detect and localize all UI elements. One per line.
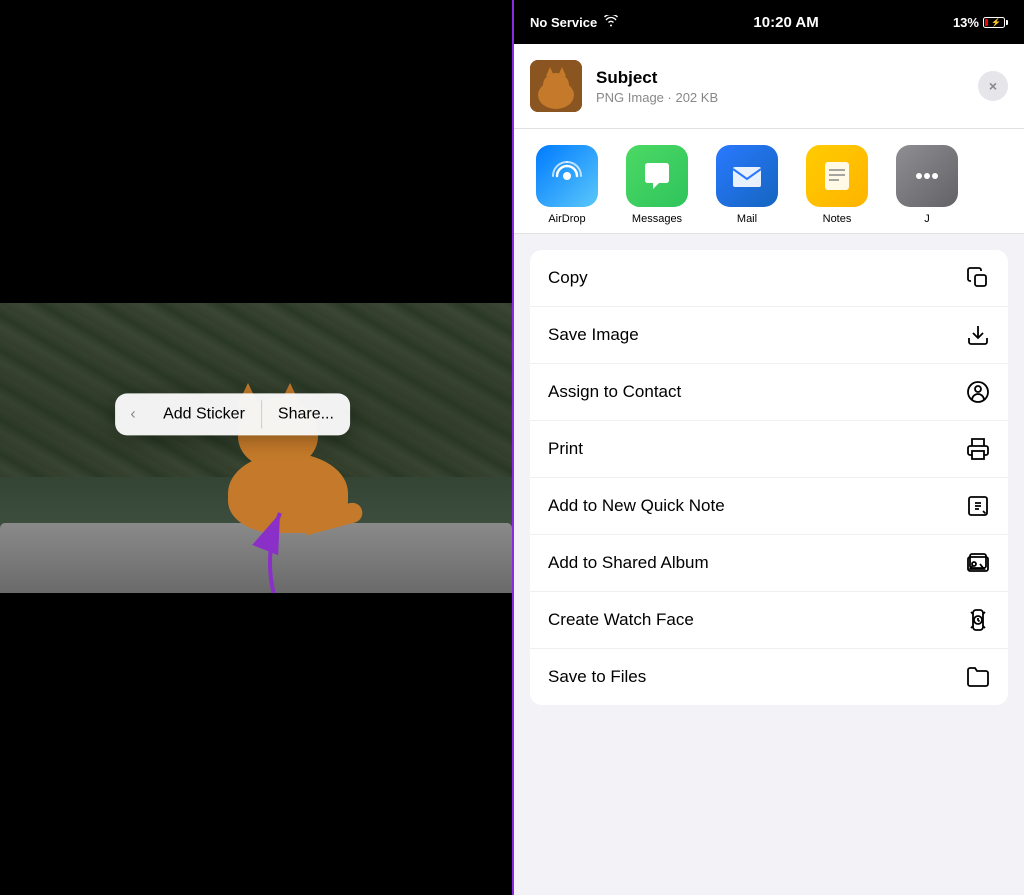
battery-icon: ⚡ <box>983 17 1008 28</box>
add-shared-album-action[interactable]: Add to Shared Album <box>530 535 1008 592</box>
create-watch-face-action[interactable]: Create Watch Face <box>530 592 1008 649</box>
notes-label: Notes <box>823 213 852 225</box>
app-icons-row: AirDrop Messages Mail <box>514 129 1024 234</box>
more-app-icon[interactable]: J <box>882 145 972 225</box>
back-arrow-icon[interactable]: ‹ <box>119 400 147 428</box>
arrow-annotation <box>240 503 320 593</box>
save-files-icon <box>966 665 990 689</box>
more-icon <box>896 145 958 207</box>
watch-face-icon <box>966 608 990 632</box>
mail-app-icon[interactable]: Mail <box>702 145 792 225</box>
action-list: Copy Save Image Assign to Contact <box>514 234 1024 895</box>
share-subtitle: PNG Image · 202 KB <box>596 90 964 105</box>
save-image-icon <box>966 323 990 347</box>
right-panel: No Service 10:20 AM 13% ⚡ <box>512 0 1024 895</box>
airdrop-app-icon[interactable]: AirDrop <box>522 145 612 225</box>
share-button[interactable]: Share... <box>266 399 346 429</box>
wifi-icon <box>603 15 619 30</box>
add-shared-album-label: Add to Shared Album <box>548 553 709 573</box>
notes-app-icon[interactable]: Notes <box>792 145 882 225</box>
print-label: Print <box>548 439 583 459</box>
divider <box>261 400 262 428</box>
airdrop-label: AirDrop <box>548 213 585 225</box>
status-time: 10:20 AM <box>753 14 818 31</box>
save-image-label: Save Image <box>548 325 639 345</box>
battery-percent: 13% <box>953 15 979 30</box>
add-quick-note-label: Add to New Quick Note <box>548 496 725 516</box>
save-to-files-label: Save to Files <box>548 667 646 687</box>
add-sticker-button[interactable]: Add Sticker <box>151 399 257 429</box>
share-title: Subject <box>596 68 964 88</box>
status-left: No Service <box>530 15 619 30</box>
photo-container: ‹ Add Sticker Share... <box>0 303 512 593</box>
mail-label: Mail <box>737 213 757 225</box>
assign-contact-icon <box>966 380 990 404</box>
print-icon <box>966 437 990 461</box>
context-menu: ‹ Add Sticker Share... <box>115 393 350 435</box>
copy-action[interactable]: Copy <box>530 250 1008 307</box>
mail-icon <box>716 145 778 207</box>
signal-text: No Service <box>530 15 597 30</box>
notes-icon <box>806 145 868 207</box>
airdrop-icon <box>536 145 598 207</box>
create-watch-face-label: Create Watch Face <box>548 610 694 630</box>
copy-label: Copy <box>548 268 588 288</box>
copy-icon <box>966 266 990 290</box>
share-title-group: Subject PNG Image · 202 KB <box>596 68 964 105</box>
copy-save-section: Copy Save Image Assign to Contact <box>530 250 1008 705</box>
status-bar: No Service 10:20 AM 13% ⚡ <box>514 0 1024 44</box>
assign-contact-action[interactable]: Assign to Contact <box>530 364 1008 421</box>
save-image-action[interactable]: Save Image <box>530 307 1008 364</box>
close-button[interactable]: × <box>978 71 1008 101</box>
shared-album-icon <box>966 551 990 575</box>
quick-note-icon <box>966 494 990 518</box>
messages-app-icon[interactable]: Messages <box>612 145 702 225</box>
add-quick-note-action[interactable]: Add to New Quick Note <box>530 478 1008 535</box>
save-to-files-action[interactable]: Save to Files <box>530 649 1008 705</box>
share-sheet: Subject PNG Image · 202 KB × AirDrop <box>514 44 1024 895</box>
assign-contact-label: Assign to Contact <box>548 382 681 402</box>
left-panel: ‹ Add Sticker Share... <box>0 0 512 895</box>
share-header: Subject PNG Image · 202 KB × <box>514 44 1024 129</box>
share-thumbnail <box>530 60 582 112</box>
messages-icon <box>626 145 688 207</box>
print-action[interactable]: Print <box>530 421 1008 478</box>
messages-label: Messages <box>632 213 682 225</box>
status-right: 13% ⚡ <box>953 15 1008 30</box>
more-label: J <box>924 213 930 225</box>
